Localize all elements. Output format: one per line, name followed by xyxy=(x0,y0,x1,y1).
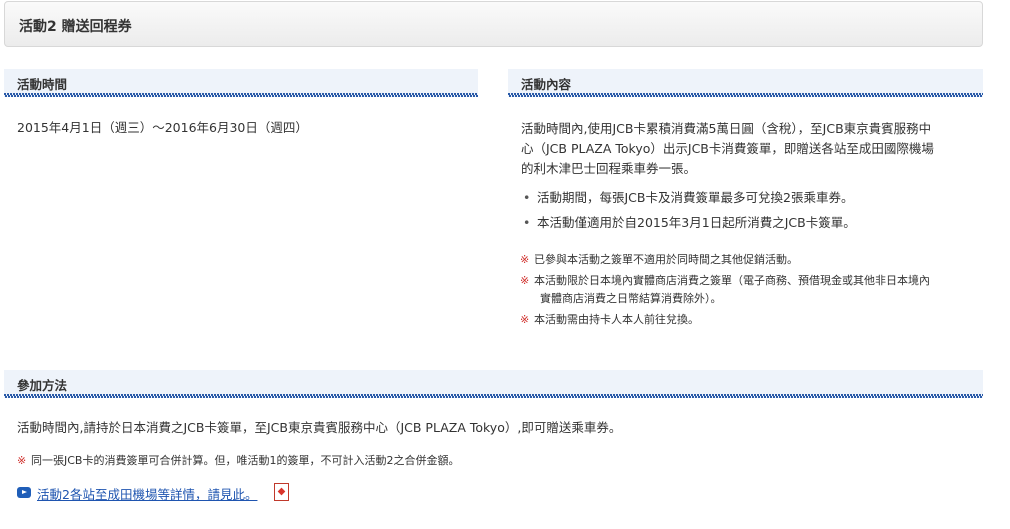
period-text: 2015年4月1日（週三）～2016年6月30日（週四） xyxy=(17,120,308,135)
page-title: 活動2 贈送回程券 xyxy=(19,19,132,35)
method-note: ※ 同一張JCB卡的消費簽單可合併計算。但，唯活動1的簽單，不可計入活動2之合併… xyxy=(17,452,460,470)
note-mark-icon: ※ xyxy=(520,274,530,287)
period-heading: 活動時間 xyxy=(17,77,68,92)
arrow-right-icon xyxy=(17,487,31,498)
details-link[interactable]: 活動2各站至成田機場等詳情，請見此。 xyxy=(37,484,257,503)
content-note: ※ 已參與本活動之簽單不適用於同時間之其他促銷活動。 xyxy=(520,251,798,269)
content-paragraph: 活動時間內,使用JCB卡累積消費滿5萬日圓（含稅），至JCB東京貴賓服務中 心（… xyxy=(521,119,934,179)
content-paragraph-line: 的利木津巴士回程乘車券一張。 xyxy=(521,161,697,176)
method-text: 活動時間內,請持於日本消費之JCB卡簽單，至JCB東京貴賓服務中心（JCB PL… xyxy=(17,420,622,435)
period-section-header: 活動時間 xyxy=(4,69,478,97)
note-text: 本活動需由持卡人本人前往兌換。 xyxy=(534,313,699,326)
note-mark-icon: ※ xyxy=(17,454,27,467)
bullet-mark: • xyxy=(523,190,531,205)
dotted-divider xyxy=(4,93,478,97)
note-mark-icon: ※ xyxy=(520,253,530,266)
bullet-mark: • xyxy=(523,215,531,230)
dotted-divider xyxy=(4,394,983,398)
note-mark-icon: ※ xyxy=(520,313,530,326)
dotted-divider xyxy=(508,93,983,97)
content-section-header: 活動內容 xyxy=(508,69,983,97)
content-note: ※ 本活動限於日本境內實體商店消費之簽單（電子商務、預借現金或其他非日本境內 實… xyxy=(520,272,930,308)
note-text: 已參與本活動之簽單不適用於同時間之其他促銷活動。 xyxy=(534,253,798,266)
content-note: ※ 本活動需由持卡人本人前往兌換。 xyxy=(520,311,699,329)
bullet-text: 本活動僅適用於自2015年3月1日起所消費之JCB卡簽單。 xyxy=(537,215,856,230)
content-paragraph-line: 心（JCB PLAZA Tokyo）出示JCB卡消費簽單，即贈送各站至成田國際機… xyxy=(521,141,934,156)
pdf-icon[interactable] xyxy=(274,483,289,501)
campaign-title-box: 活動2 贈送回程券 xyxy=(4,1,983,47)
content-heading: 活動內容 xyxy=(521,77,572,92)
method-heading: 參加方法 xyxy=(17,378,68,393)
note-text: 同一張JCB卡的消費簽單可合併計算。但，唯活動1的簽單，不可計入活動2之合併金額… xyxy=(31,454,460,467)
method-section-header: 參加方法 xyxy=(4,370,983,398)
bullet-text: 活動期間，每張JCB卡及消費簽單最多可兌換2張乘車券。 xyxy=(537,190,854,205)
content-bullet: • 活動期間，每張JCB卡及消費簽單最多可兌換2張乘車券。 xyxy=(523,188,854,208)
note-text: 實體商店消費之日幣結算消費除外）。 xyxy=(540,292,722,305)
note-text: 本活動限於日本境內實體商店消費之簽單（電子商務、預借現金或其他非日本境內 xyxy=(534,274,930,287)
content-bullet: • 本活動僅適用於自2015年3月1日起所消費之JCB卡簽單。 xyxy=(523,213,856,233)
content-paragraph-line: 活動時間內,使用JCB卡累積消費滿5萬日圓（含稅），至JCB東京貴賓服務中 xyxy=(521,121,932,136)
